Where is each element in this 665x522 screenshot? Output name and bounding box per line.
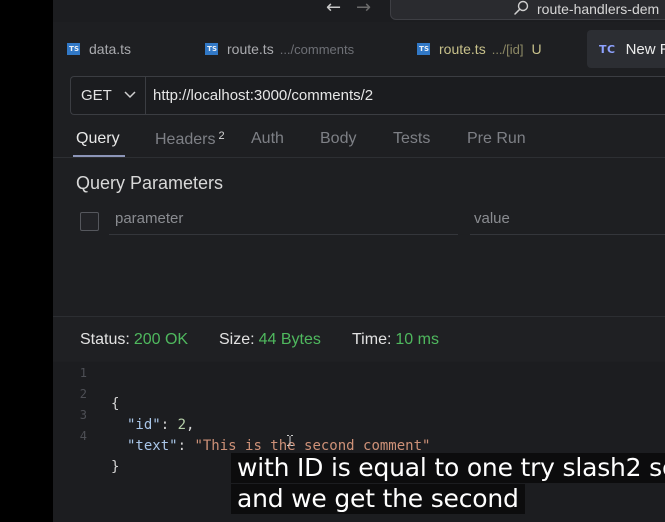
response-status-bar: Status: 200 OK Size: 44 Bytes Time: 10 ms xyxy=(53,317,665,361)
url-input[interactable] xyxy=(153,77,653,114)
size-stat: Size: 44 Bytes xyxy=(219,331,321,349)
line-number: 4 xyxy=(79,429,87,443)
subtitle-line-2: and we get the second xyxy=(231,484,525,514)
query-param-row xyxy=(53,203,665,237)
size-value: 44 Bytes xyxy=(258,331,321,348)
status-value: 200 OK xyxy=(133,331,189,348)
tab-new-request[interactable]: TC New R xyxy=(587,30,665,68)
title-bar: ← → route-handlers-dem xyxy=(53,0,665,22)
text-cursor-icon xyxy=(287,435,293,446)
tab-pre-run[interactable]: Pre Run xyxy=(467,130,526,148)
tab-query[interactable]: Query xyxy=(76,130,120,148)
chevron-down-icon xyxy=(124,91,136,99)
code-line: 3 "text": "This is the second comment" xyxy=(53,406,665,454)
line-number: 3 xyxy=(79,408,87,422)
tab-path: .../comments xyxy=(279,41,355,57)
editor-tabs: TS data.ts TS route.ts .../comments TS r… xyxy=(53,30,665,68)
tab-tests[interactable]: Tests xyxy=(393,130,430,148)
code-text: } xyxy=(111,459,120,475)
param-name-input[interactable] xyxy=(109,203,458,234)
param-name-field xyxy=(109,203,458,235)
active-tab-indicator xyxy=(73,155,125,157)
tab-path: .../[id] xyxy=(491,41,524,57)
status-stat: Status: 200 OK xyxy=(80,331,188,349)
time-stat: Time: 10 ms xyxy=(352,331,439,349)
tab-route-ts-id[interactable]: TS route.ts .../[id] U xyxy=(417,30,542,68)
command-center-search[interactable]: route-handlers-dem xyxy=(390,0,665,20)
tab-data-ts[interactable]: TS data.ts xyxy=(67,30,131,68)
method-select[interactable]: GET xyxy=(71,77,146,114)
typescript-file-icon: TS xyxy=(205,43,218,55)
tab-label: data.ts xyxy=(89,41,132,57)
param-value-field xyxy=(470,203,665,235)
code-line: 2 "id": 2, xyxy=(53,385,665,433)
line-number: 2 xyxy=(79,387,87,401)
request-bar: GET xyxy=(70,76,665,115)
typescript-file-icon: TS xyxy=(417,43,430,55)
status-label: Status: xyxy=(80,331,130,348)
line-number: 1 xyxy=(79,366,87,380)
app-window: ← → route-handlers-dem TS data.ts TS rou… xyxy=(53,0,665,522)
query-parameters-title: Query Parameters xyxy=(76,173,224,193)
param-value-input[interactable] xyxy=(470,203,665,234)
back-arrow-icon[interactable]: ← xyxy=(326,0,341,18)
param-enable-checkbox[interactable] xyxy=(80,212,99,231)
tab-label: route.ts xyxy=(227,41,274,57)
size-label: Size: xyxy=(219,331,255,348)
request-subtabs: Query Headers 2 Auth Body Tests Pre Run xyxy=(53,124,665,158)
subtitle-line-1: with ID is equal to one try slash2 sen xyxy=(231,453,665,483)
tab-body[interactable]: Body xyxy=(320,130,356,148)
untracked-status-badge: U xyxy=(531,41,542,57)
left-black-strip xyxy=(0,0,53,522)
headers-count-badge: 2 xyxy=(218,130,225,142)
code-line: 4 } xyxy=(53,427,665,475)
tab-label: New R xyxy=(625,40,665,58)
tab-label: route.ts xyxy=(439,41,486,57)
method-label: GET xyxy=(81,87,112,104)
tab-headers-label: Headers xyxy=(155,131,216,148)
code-line: 1 { xyxy=(53,364,665,412)
tab-route-ts-comments[interactable]: TS route.ts .../comments xyxy=(205,30,354,68)
thunder-client-icon: TC xyxy=(599,42,616,56)
forward-arrow-icon[interactable]: → xyxy=(356,0,371,18)
tab-auth[interactable]: Auth xyxy=(251,130,284,148)
typescript-file-icon: TS xyxy=(67,43,80,55)
tab-headers[interactable]: Headers 2 xyxy=(155,130,225,149)
search-text: route-handlers-dem xyxy=(537,1,660,17)
time-label: Time: xyxy=(352,331,392,348)
search-icon xyxy=(514,0,529,15)
time-value: 10 ms xyxy=(395,331,439,348)
